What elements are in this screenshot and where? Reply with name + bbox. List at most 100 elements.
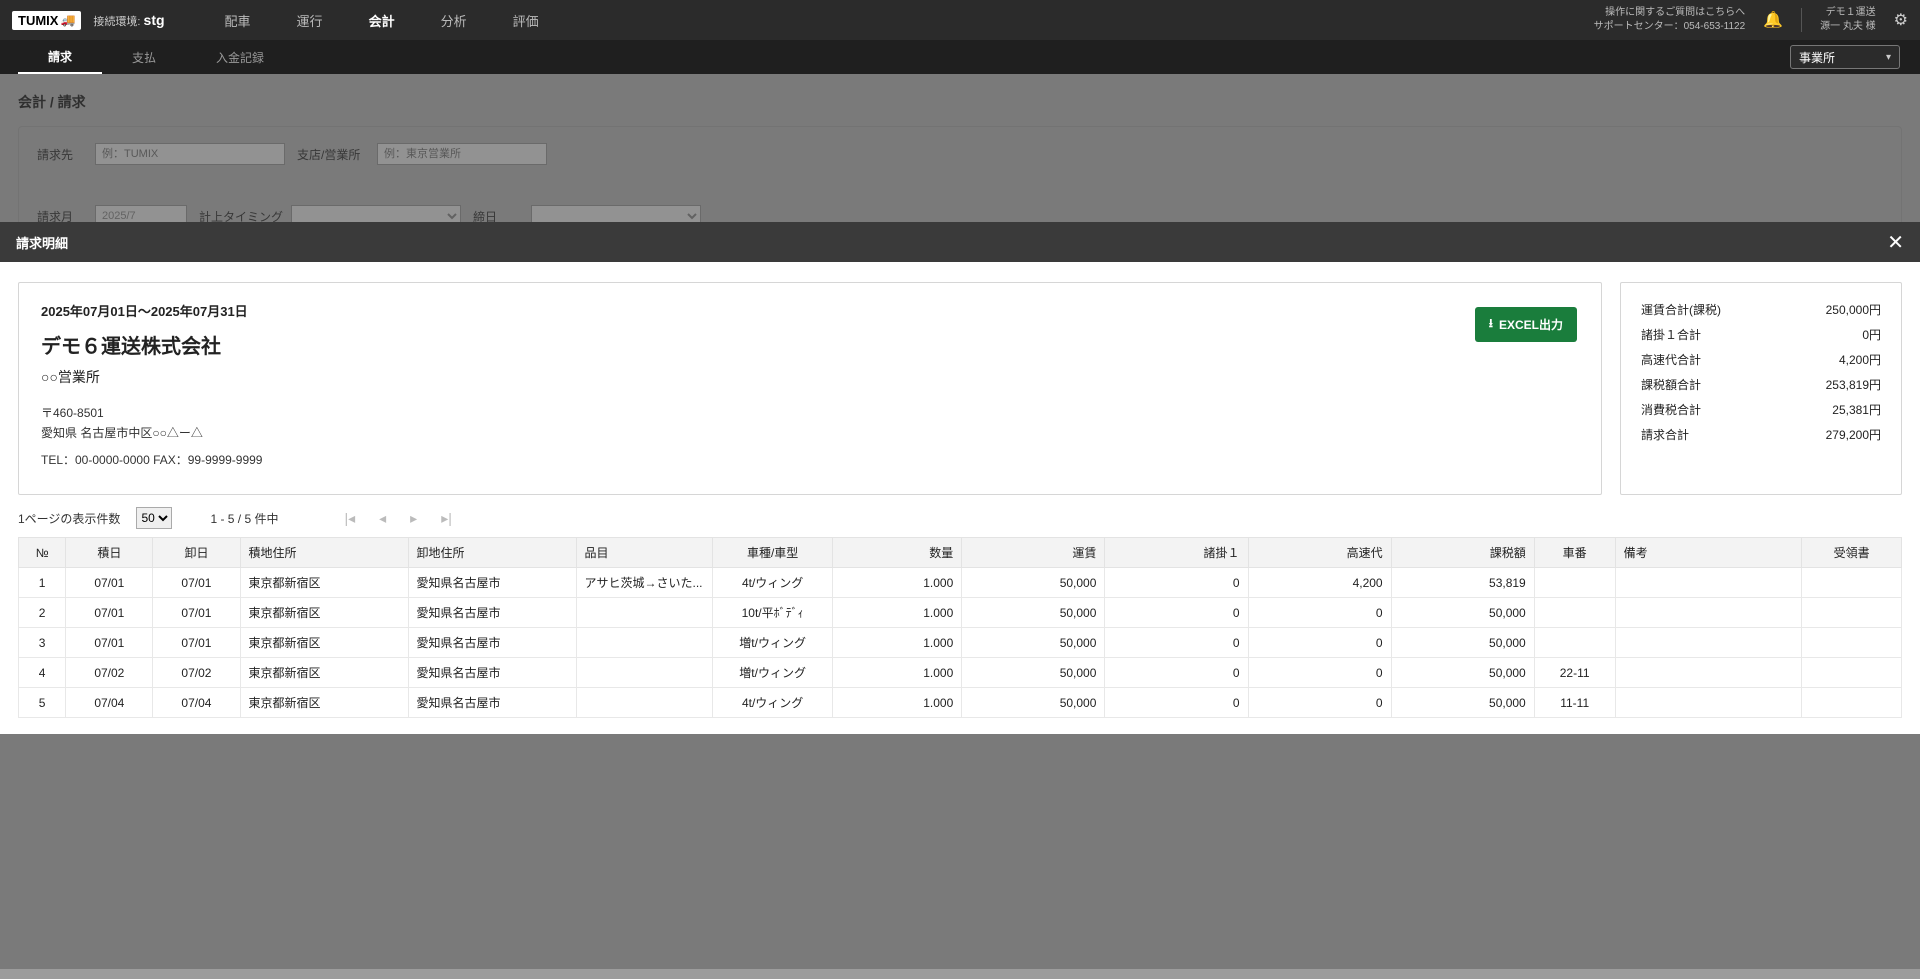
total-label: 消費税合計 (1641, 401, 1701, 418)
cell-qty: 1.000 (832, 568, 961, 598)
cell-ext: 0 (1105, 658, 1248, 688)
cell-to: 愛知県名古屋市 (408, 568, 576, 598)
truck-icon: 🚚 (60, 13, 75, 27)
cell-qty: 1.000 (832, 658, 961, 688)
table-row[interactable]: 207/0107/01東京都新宿区愛知県名古屋市10t/平ﾎﾞﾃﾞｨ1.0005… (19, 598, 1902, 628)
total-value: 279,200円 (1826, 426, 1881, 443)
env-value: stg (144, 12, 165, 28)
cell-no: 2 (19, 598, 66, 628)
cell-plate (1534, 628, 1615, 658)
divider (1801, 8, 1802, 32)
col-fare: 運賃 (962, 538, 1105, 568)
env-text: 接続環境: (93, 16, 143, 28)
office-dropdown-label: 事業所 (1799, 49, 1835, 66)
cell-plate: 11-11 (1534, 688, 1615, 718)
nav-bunseki[interactable]: 分析 (441, 11, 467, 30)
col-car: 車種/車型 (713, 538, 832, 568)
table-body: 107/0107/01東京都新宿区愛知県名古屋市アサヒ茨城→さいた...4t/ウ… (19, 568, 1902, 718)
tab-shiharai[interactable]: 支払 (102, 40, 186, 74)
total-label: 運賃合計(課税) (1641, 301, 1721, 318)
telfax: TEL：00-0000-0000 FAX：99-9999-9999 (41, 450, 1579, 470)
cell-load: 07/01 (66, 568, 153, 598)
office-dropdown[interactable]: 事業所 ▾ (1790, 45, 1900, 69)
cell-load: 07/02 (66, 658, 153, 688)
cell-load: 07/01 (66, 598, 153, 628)
pager-next-icon[interactable]: ▸ (410, 510, 417, 527)
col-rcpt: 受領書 (1802, 538, 1902, 568)
pager-row: 1ページの表示件数 50 1 - 5 / 5 件中 |◂ ◂ ▸ ▸| (18, 495, 1902, 537)
total-row: 運賃合計(課税)250,000円 (1641, 297, 1881, 322)
col-no: № (19, 538, 66, 568)
cell-to: 愛知県名古屋市 (408, 628, 576, 658)
modal-title: 請求明細 (16, 233, 68, 252)
pager-range: 1 - 5 / 5 件中 (210, 510, 278, 527)
topbar: TUMIX 🚚 接続環境: stg 配車 運行 会計 分析 評価 操作に関するご… (0, 0, 1920, 40)
tab-nyukin[interactable]: 入金記録 (186, 40, 294, 74)
table-row[interactable]: 107/0107/01東京都新宿区愛知県名古屋市アサヒ茨城→さいた...4t/ウ… (19, 568, 1902, 598)
total-row: 高速代合計4,200円 (1641, 347, 1881, 372)
table-row[interactable]: 507/0407/04東京都新宿区愛知県名古屋市4t/ウィング1.00050,0… (19, 688, 1902, 718)
cell-item (576, 598, 713, 628)
per-page-select[interactable]: 50 (136, 507, 172, 529)
total-row: 課税額合計253,819円 (1641, 372, 1881, 397)
cell-toll: 0 (1248, 658, 1391, 688)
total-value: 25,381円 (1832, 401, 1881, 418)
table-row[interactable]: 407/0207/02東京都新宿区愛知県名古屋市増t/ウィング1.00050,0… (19, 658, 1902, 688)
cell-toll: 0 (1248, 628, 1391, 658)
cell-tax: 50,000 (1391, 598, 1534, 628)
bell-icon[interactable]: 🔔 (1763, 10, 1783, 30)
nav-kaikei[interactable]: 会計 (369, 11, 395, 30)
col-unload: 卸日 (153, 538, 240, 568)
zip: 〒460-8501 (41, 403, 1579, 423)
cell-unload: 07/01 (153, 598, 240, 628)
topbar-right: 操作に関するご質問はこちらへ サポートセンター：054-653-1122 🔔 デ… (1594, 6, 1908, 34)
close-icon[interactable]: ✕ (1887, 230, 1904, 255)
cell-ext: 0 (1105, 568, 1248, 598)
cell-note (1615, 658, 1802, 688)
cell-tax: 50,000 (1391, 628, 1534, 658)
cell-rcpt (1802, 688, 1902, 718)
cell-fare: 50,000 (962, 688, 1105, 718)
pager-first-icon[interactable]: |◂ (344, 510, 355, 527)
modal-shadow (0, 969, 1920, 979)
download-icon: ⭳ (1489, 314, 1493, 335)
cell-unload: 07/02 (153, 658, 240, 688)
modal-body: 2025年07月01日～2025年07月31日 デモ６運送株式会社 ○○営業所 … (0, 262, 1920, 734)
pager-prev-icon[interactable]: ◂ (379, 510, 386, 527)
nav-hyoka[interactable]: 評価 (513, 11, 539, 30)
total-row: 消費税合計 25,381円 (1641, 397, 1881, 422)
pager-last-icon[interactable]: ▸| (441, 510, 452, 527)
nav-unko[interactable]: 運行 (297, 11, 323, 30)
cell-unload: 07/04 (153, 688, 240, 718)
col-load: 積日 (66, 538, 153, 568)
pager-controls: |◂ ◂ ▸ ▸| (344, 510, 451, 527)
support-line2: サポートセンター：054-653-1122 (1594, 20, 1746, 34)
office-name: ○○営業所 (41, 367, 1579, 387)
cell-to: 愛知県名古屋市 (408, 688, 576, 718)
subbar-right: 事業所 ▾ (1790, 45, 1900, 69)
total-label: 請求合計 (1641, 426, 1689, 443)
excel-export-button[interactable]: ⭳ EXCEL出力 (1475, 307, 1577, 342)
cell-note (1615, 628, 1802, 658)
per-page-label: 1ページの表示件数 (18, 510, 120, 527)
modal-header: 請求明細 ✕ (0, 222, 1920, 262)
tab-seikyu[interactable]: 請求 (18, 40, 102, 74)
date-range: 2025年07月01日～2025年07月31日 (41, 301, 1579, 320)
col-from: 積地住所 (240, 538, 408, 568)
cell-to: 愛知県名古屋市 (408, 598, 576, 628)
table-head: № 積日 卸日 積地住所 卸地住所 品目 車種/車型 数量 運賃 諸掛１ 高速代… (19, 538, 1902, 568)
support-info: 操作に関するご質問はこちらへ サポートセンター：054-653-1122 (1594, 6, 1746, 34)
cell-rcpt (1802, 658, 1902, 688)
company-name: デモ６運送株式会社 (41, 330, 1579, 359)
table-row[interactable]: 307/0107/01東京都新宿区愛知県名古屋市増t/ウィング1.00050,0… (19, 628, 1902, 658)
cell-to: 愛知県名古屋市 (408, 658, 576, 688)
cell-fare: 50,000 (962, 658, 1105, 688)
logo: TUMIX 🚚 (12, 11, 81, 30)
cell-note (1615, 598, 1802, 628)
cell-no: 4 (19, 658, 66, 688)
cell-load: 07/04 (66, 688, 153, 718)
cell-car: 4t/ウィング (713, 688, 832, 718)
gear-icon[interactable]: ⚙ (1894, 10, 1908, 30)
cell-fare: 50,000 (962, 628, 1105, 658)
nav-haisha[interactable]: 配車 (225, 11, 251, 30)
